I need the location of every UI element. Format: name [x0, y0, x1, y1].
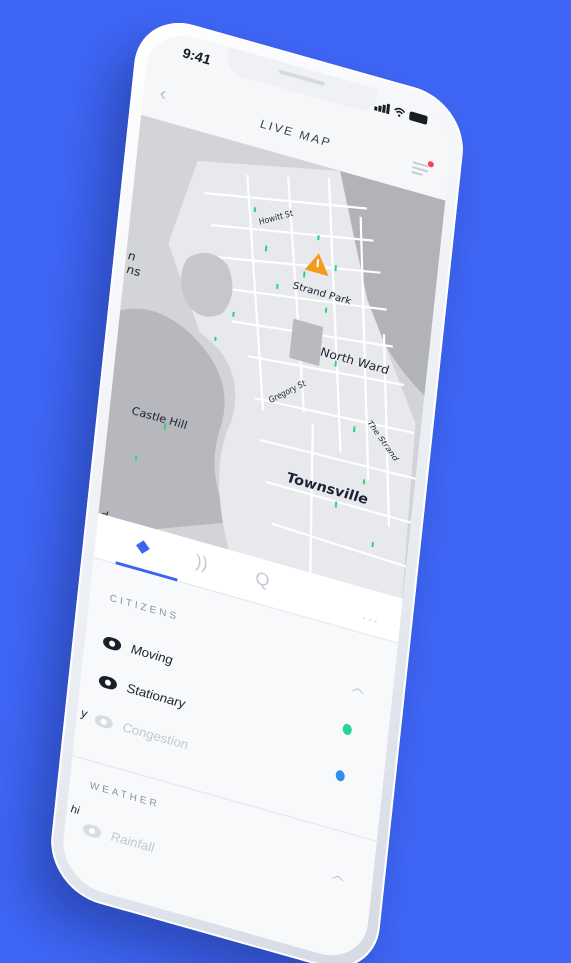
active-tab-indicator — [115, 561, 178, 582]
layers-icon: ◆ — [135, 534, 151, 558]
tab-layers[interactable]: ◆ — [135, 534, 151, 558]
collapse-weather-chevron-icon[interactable]: ︿ — [331, 865, 345, 885]
section-citizens-title: CITIZENS — [109, 592, 180, 624]
search-icon: Q — [254, 567, 271, 592]
menu-button[interactable] — [411, 160, 435, 180]
layer-row-rainfall[interactable]: Rainfall — [82, 821, 155, 856]
section-weather-title: WEATHER — [89, 780, 161, 811]
signal-icon: )) — [194, 550, 209, 574]
layer-label: Stationary — [126, 680, 186, 712]
layer-label: Rainfall — [110, 828, 155, 856]
layer-row-stationary[interactable]: Stationary — [98, 672, 186, 711]
visibility-eye-icon[interactable] — [102, 634, 122, 652]
legend-dot-moving — [342, 722, 353, 737]
edge-label-y: y — [80, 705, 88, 721]
tab-search[interactable]: Q — [254, 568, 270, 592]
menu-line — [411, 170, 423, 177]
edge-label-hi: hi — [70, 803, 80, 818]
legend-dot-stationary — [335, 769, 346, 783]
battery-icon — [408, 111, 428, 125]
tab-signal[interactable]: )) — [195, 551, 209, 575]
visibility-eye-icon[interactable] — [98, 673, 118, 691]
layer-label: Moving — [130, 641, 174, 668]
layer-label: Congestion — [121, 719, 189, 753]
layer-row-moving[interactable]: Moving — [102, 633, 174, 668]
status-icons — [374, 100, 428, 125]
visibility-eye-icon[interactable] — [94, 712, 114, 730]
more-options-button[interactable]: ... — [362, 606, 381, 627]
wifi-icon — [394, 107, 406, 117]
phone-frame: 9:41 ‹ LIVE MAP Howitt St Strand Park No… — [45, 10, 469, 963]
layer-row-congestion[interactable]: Congestion — [94, 711, 189, 752]
cellular-signal-icon — [374, 100, 391, 115]
phone-screen: 9:41 ‹ LIVE MAP Howitt St Strand Park No… — [59, 25, 456, 963]
speaker-grille — [278, 69, 325, 87]
collapse-citizens-chevron-icon[interactable]: ︿ — [352, 677, 366, 697]
visibility-eye-icon[interactable] — [82, 822, 102, 839]
status-time: 9:41 — [181, 44, 212, 68]
